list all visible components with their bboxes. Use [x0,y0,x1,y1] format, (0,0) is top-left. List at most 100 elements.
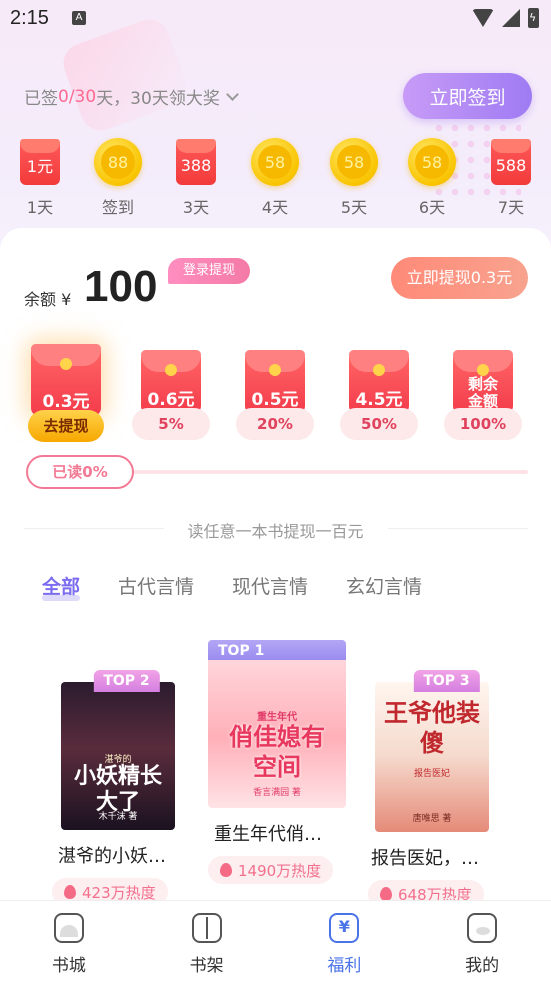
nav-welfare[interactable]: 福利 [276,901,414,981]
balance-value: 100 [84,262,158,311]
book-card-top2[interactable]: TOP 2 湛爷的 小妖精长大了 木千沫 著 湛爷的小妖… 423万热度 [52,670,192,906]
coin-icon: 88 [94,138,142,186]
genre-tabs: 全部 古代言情 现代言情 玄幻言情 [22,572,460,601]
tier-withdraw-button[interactable]: 去提现 [28,410,104,442]
signin-day-1[interactable]: 1元 1天 [10,134,70,218]
day-label: 1天 [26,198,54,217]
signin-day-4[interactable]: 58 4天 [245,134,305,218]
tier-progress: 50% [340,408,418,440]
tier-progress: 100% [444,408,522,440]
withdraw-tier-5[interactable]: 剩余金额 100% [443,350,523,440]
signin-day-5[interactable]: 58 5天 [324,134,384,218]
signin-count: 0/30 [58,86,97,107]
day-reward: 58 [337,145,371,179]
withdraw-button[interactable]: 立即提现0.3元 [391,257,528,299]
shelf-icon [191,913,222,943]
bottom-nav: 书城 书架 福利 我的 [0,900,551,981]
signin-day-7[interactable]: 588 7天 [481,134,541,218]
rank-badge: TOP 3 [413,670,480,692]
balance-label: 余额 ¥ [24,290,72,309]
book-title[interactable]: 报告医妃，… [371,844,518,870]
red-envelope-icon: 0.3元 [31,344,101,416]
status-icons [472,8,539,28]
battery-icon [528,8,539,28]
withdraw-tier-2[interactable]: 0.6元 5% [131,350,211,440]
flame-icon [220,863,232,877]
signin-day-2[interactable]: 88 签到 [88,134,148,218]
day-reward: 58 [258,145,292,179]
day-label: 7天 [497,198,525,217]
rank-badge: TOP 1 [208,640,346,660]
tab-fantasy[interactable]: 玄幻言情 [346,572,422,599]
flame-icon [64,885,76,899]
cover-title: 俏佳媳有空间 [229,723,325,781]
signin-day-6[interactable]: 58 6天 [402,134,462,218]
withdraw-tier-3[interactable]: 0.5元 20% [235,350,315,440]
book-card-top1[interactable]: TOP 1 重生年代 俏佳媳有空间 香言满园 著 重生年代俏… 1490万热度 [208,640,358,884]
profile-icon [467,913,498,943]
red-packet-icon: 1元 [20,139,60,185]
read-progress-label: 已读0% [26,455,134,489]
book-cover[interactable]: 重生年代 俏佳媳有空间 香言满园 著 [208,652,346,808]
cover-author: 木千沫 著 [98,812,138,822]
signin-day-3[interactable]: 388 3天 [166,134,226,218]
red-packet-icon: 588 [491,139,531,185]
wifi-icon [472,9,494,27]
day-reward: 88 [101,145,135,179]
tier-progress: 20% [236,408,314,440]
withdraw-tier-1[interactable]: 0.3元 去提现 [26,344,106,442]
coin-icon: 58 [408,138,456,186]
signin-prefix: 已签 [24,89,58,109]
red-packet-icon: 388 [176,139,216,185]
signin-button[interactable]: 立即签到 [403,73,532,119]
tier-amount: 0.5元 [251,390,299,410]
nav-bookstore[interactable]: 书城 [0,901,138,981]
cover-subtitle: 重生年代 [257,712,297,723]
nav-bookshelf[interactable]: 书架 [138,901,276,981]
home-icon [53,913,84,943]
hot-value: 1490万热度 [238,861,322,880]
day-label: 5天 [340,198,368,217]
status-time: 2:15 [10,7,49,29]
tab-ancient[interactable]: 古代言情 [118,572,194,599]
notification-icon: A [72,11,86,25]
signal-icon [502,9,520,27]
read-progress-track [130,470,528,474]
tier-amount: 4.5元 [355,390,403,410]
nav-label: 书架 [189,956,224,976]
nav-label: 福利 [327,956,362,976]
book-cover[interactable]: 湛爷的 小妖精长大了 木千沫 著 [61,682,175,830]
day-label: 3天 [182,198,210,217]
book-title[interactable]: 湛爷的小妖… [58,842,192,868]
book-cover[interactable]: 王爷他装傻 报告医妃 唐唯思 著 [375,682,489,832]
status-bar: 2:15 A [0,0,551,38]
rank-badge: TOP 2 [93,670,160,692]
day-reward: 1元 [26,157,54,176]
welfare-icon [329,913,360,943]
day-reward: 388 [180,155,212,175]
tab-modern[interactable]: 现代言情 [232,572,308,599]
tier-amount: 剩余金额 [467,375,498,410]
coin-icon: 58 [251,138,299,186]
flame-icon [380,887,392,901]
login-withdraw-tag[interactable]: 登录提现 [168,258,250,284]
book-title[interactable]: 重生年代俏… [214,820,358,846]
book-card-top3[interactable]: TOP 3 王爷他装傻 报告医妃 唐唯思 著 报告医妃，… 648万热度 [368,670,518,908]
signin-progress[interactable]: 已签 0/30 天，30天领大奖 [24,84,239,109]
nav-label: 书城 [51,956,86,976]
withdraw-tier-4[interactable]: 4.5元 50% [339,350,419,440]
nav-profile[interactable]: 我的 [413,901,551,981]
tier-progress: 5% [132,408,210,440]
tab-all[interactable]: 全部 [42,572,81,601]
chevron-down-icon[interactable] [225,87,239,101]
tier-amount: 0.3元 [42,392,90,412]
book-hotness: 1490万热度 [208,856,334,884]
day-reward: 58 [415,145,449,179]
cover-author: 唐唯思 著 [412,814,452,824]
cover-author: 香言满园 著 [253,788,301,798]
day-reward: 588 [495,155,527,175]
cover-title: 王爷他装傻 [384,699,480,757]
red-envelope-icon: 0.5元 [245,350,305,414]
day-label: 4天 [261,198,289,217]
cover-subtitle: 报告医妃 [413,769,450,779]
